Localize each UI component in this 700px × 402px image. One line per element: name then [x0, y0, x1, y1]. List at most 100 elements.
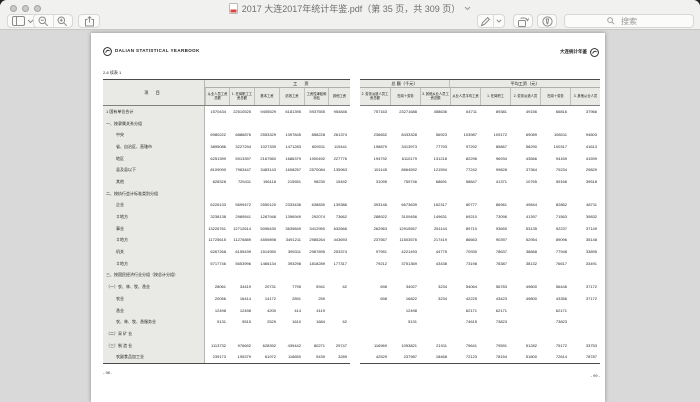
table-row: 事业13226761127126145096430363984934129506… [103, 223, 350, 235]
table-row: ＃地方1172561511276889455989834912112985264… [103, 235, 350, 247]
markup-pen-dropdown[interactable] [494, 19, 504, 23]
markup-pen-button[interactable] [478, 16, 493, 27]
table-row: 12498621716217162171 [360, 305, 600, 317]
table-row: 4252923798718468721237815451800726147878… [360, 351, 600, 363]
cell: 5131 [390, 316, 420, 328]
cell: 1471283 [279, 141, 304, 153]
cell [450, 118, 480, 130]
column-header: 1. 在岗职工 [480, 88, 510, 105]
cell: 97951 [360, 246, 390, 258]
cell [360, 270, 390, 282]
cell: 37364 [510, 164, 540, 176]
cell: 51800 [510, 351, 540, 363]
cell: 33491 [570, 258, 600, 270]
cell: 759746 [390, 176, 420, 188]
cell: 77793 [420, 141, 450, 153]
cell [570, 305, 600, 317]
table-row: 渔业124981249842004144119 [103, 305, 350, 317]
cell: 5941 [304, 281, 328, 293]
table-row: （二）采 矿 业 [103, 328, 350, 340]
table-row: （一）农、林、牧、渔业2806134419207317795594162 [103, 281, 350, 293]
cell: 86663 [450, 235, 480, 247]
share-button[interactable] [78, 14, 100, 28]
cell [480, 270, 510, 282]
table-row: 5131746157382373823 [360, 316, 600, 328]
cell: 78154 [480, 351, 510, 363]
cell: 82862 [540, 200, 570, 212]
cell: 12498 [229, 305, 254, 317]
cell: 42225 [450, 293, 480, 305]
pdf-document-icon [229, 3, 238, 14]
cell: 2529 [254, 316, 279, 328]
search-input[interactable] [564, 14, 694, 28]
zoom-out-icon [38, 16, 49, 27]
cell: 59166 [540, 176, 570, 188]
cell: 3751369 [390, 258, 420, 270]
cell: 4221493 [390, 246, 420, 258]
cell: 215551 [279, 176, 304, 188]
cell [390, 118, 420, 130]
cell: 8664592 [390, 164, 420, 176]
cell: 29829 [570, 164, 600, 176]
cell: 3289 [328, 351, 350, 363]
cell [510, 328, 540, 340]
table-row: 1011458664592121594772429982837364792342… [360, 164, 600, 176]
column-header: 3. 其他从业人员工资总额 [420, 88, 450, 105]
cell: 5653996 [229, 258, 254, 270]
cell: 5937555 [304, 106, 328, 118]
row-label: 地区 [103, 153, 205, 165]
cell: 58847 [450, 176, 480, 188]
title-dropdown-icon[interactable] [464, 6, 471, 11]
left-table-header: 项 目 工 资 从业人员工资总额1. 在岗职工工资总额基本工资绩效工资工资性津贴… [103, 79, 350, 106]
cell: 79591 [480, 340, 510, 352]
row-label: 县及县以下 [103, 164, 205, 176]
table-row: （三）制 造 业11137329766926283924394428027129… [103, 340, 350, 352]
cell: 43566 [510, 153, 540, 165]
cell: 44775 [420, 246, 450, 258]
cell: 1113732 [205, 340, 229, 352]
cell: 94169 [540, 153, 570, 165]
cell: 56446 [540, 281, 570, 293]
right-brand-text: 大连统计年鉴 [560, 50, 587, 55]
column-header-item: 项 目 [103, 80, 205, 105]
row-label: 农副食品加工业 [103, 351, 205, 363]
cell [254, 118, 279, 130]
cell: 12498 [205, 305, 229, 317]
rotate-button[interactable] [513, 14, 533, 28]
cell: 31095 [360, 176, 390, 188]
cell: 2891 [279, 293, 304, 305]
cell [420, 118, 450, 130]
cell [570, 118, 600, 130]
cell: 29747 [328, 340, 350, 352]
table-row: 三、按国民经济行业分组（按总计分组） [103, 270, 350, 282]
cell: 49844 [510, 200, 540, 212]
cell: 62171 [450, 305, 480, 317]
cell: 131218 [420, 153, 450, 165]
cell: 11725615 [205, 235, 229, 247]
cell: 196118 [254, 176, 279, 188]
zoom-out-button[interactable] [34, 16, 53, 27]
document-scroll-area[interactable]: DALIAN STATISTICAL YEARBOOK 2-6 续表 1 项 目… [0, 30, 700, 402]
cell [510, 305, 540, 317]
column-header: 绩效工资 [279, 88, 304, 105]
cell: 33895 [570, 246, 600, 258]
row-label: ＃地方 [103, 258, 205, 270]
cell: 10765 [510, 176, 540, 188]
table-row: 2629631291555725114489710936505313592237… [360, 223, 600, 235]
cell: 1093821 [390, 340, 420, 352]
cell [254, 270, 279, 282]
zoom-in-button[interactable] [54, 16, 73, 27]
cell: 56923 [420, 129, 450, 141]
row-label: 其他 [103, 176, 205, 188]
cell: 41599 [570, 153, 600, 165]
table-caption: 2-6 续表 1 [103, 71, 121, 75]
cell: 239173 [205, 351, 229, 363]
cell: 1396949 [279, 211, 304, 223]
cell: 6155439 [229, 246, 254, 258]
markup-toolbar-button[interactable] [537, 14, 557, 28]
cell: 66816 [540, 106, 570, 118]
cell [279, 118, 304, 130]
cell: 33753 [570, 340, 600, 352]
row-label: 机关 [103, 246, 205, 258]
cell: 80777 [450, 200, 480, 212]
